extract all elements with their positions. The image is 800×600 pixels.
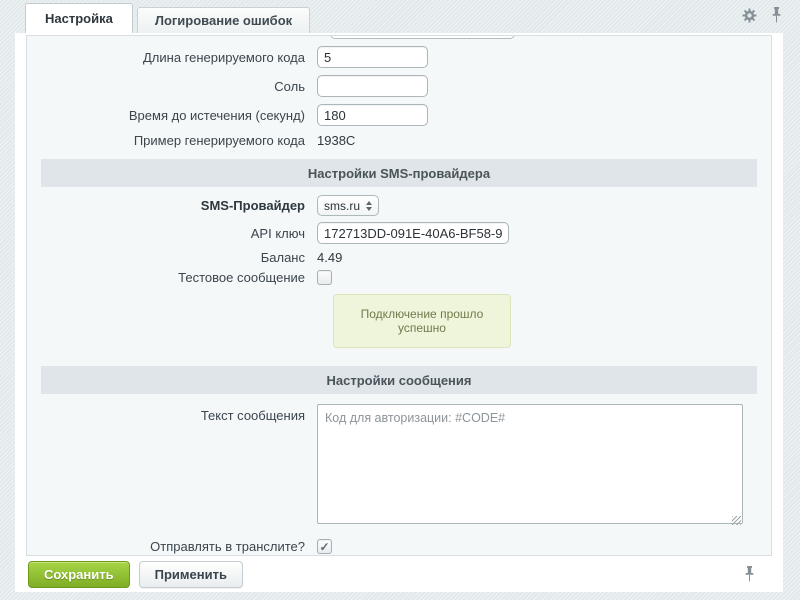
tab-error-logging[interactable]: Логирование ошибок	[137, 7, 310, 33]
field-row-expire-time: Время до истечения (секунд)	[27, 104, 771, 126]
message-section-header: Настройки сообщения	[41, 366, 757, 394]
checkmark-icon: ✓	[319, 541, 329, 553]
field-row-api-key: API ключ	[27, 222, 771, 244]
field-row-salt: Соль	[27, 75, 771, 97]
sms-provider-section-header: Настройки SMS-провайдера	[41, 159, 757, 187]
field-row-translit: Отправлять в транслите? ✓	[27, 539, 771, 554]
balance-value: 4.49	[317, 250, 342, 265]
code-example-label: Пример генерируемого кода	[27, 133, 317, 148]
action-bar: Сохранить Применить	[15, 556, 783, 592]
code-example-value: 1938C	[317, 133, 355, 148]
message-text-input[interactable]: Код для авторизации: #CODE#	[317, 404, 743, 524]
pin-icon[interactable]	[771, 7, 782, 23]
sms-provider-selected-value: sms.ru	[324, 199, 360, 213]
field-row-code-example: Пример генерируемого кода 1938C	[27, 133, 771, 148]
test-message-checkbox[interactable]	[317, 270, 332, 285]
expire-time-input[interactable]	[317, 104, 428, 126]
translit-checkbox[interactable]: ✓	[317, 539, 332, 554]
gear-icon[interactable]	[742, 8, 757, 23]
apply-button[interactable]: Применить	[139, 561, 243, 588]
tab-bar: Настройка Логирование ошибок	[15, 0, 310, 33]
tab-settings[interactable]: Настройка	[25, 3, 133, 33]
sms-provider-section-title: Настройки SMS-провайдера	[308, 166, 490, 181]
code-length-label: Длина генерируемого кода	[27, 50, 317, 65]
message-text-label: Текст сообщения	[27, 404, 317, 423]
sms-provider-select[interactable]: sms.ru	[317, 195, 379, 216]
tab-settings-label: Настройка	[45, 11, 113, 26]
settings-form: Длина генерируемого кода Соль Время до и…	[26, 35, 772, 556]
message-text-wrap: Код для авторизации: #CODE#	[317, 404, 743, 529]
cutoff-field[interactable]	[330, 35, 515, 39]
field-row-code-length: Длина генерируемого кода	[27, 46, 771, 68]
field-row-message-text: Текст сообщения Код для авторизации: #CO…	[27, 404, 771, 529]
field-row-sms-provider: SMS-Провайдер sms.ru	[27, 195, 771, 216]
select-arrows-icon	[366, 201, 372, 211]
footer-pin-icon[interactable]	[744, 566, 755, 582]
test-message-label: Тестовое сообщение	[27, 270, 317, 285]
api-key-label: API ключ	[27, 226, 317, 241]
expire-time-label: Время до истечения (секунд)	[27, 108, 317, 123]
connection-status-text: Подключение прошло успешно	[361, 307, 484, 335]
header-icons	[742, 7, 782, 23]
code-length-input[interactable]	[317, 46, 428, 68]
message-section-title: Настройки сообщения	[327, 373, 472, 388]
connection-status-note: Подключение прошло успешно	[333, 294, 511, 348]
translit-label: Отправлять в транслите?	[27, 539, 317, 554]
settings-panel: Длина генерируемого кода Соль Время до и…	[15, 33, 783, 592]
tab-error-logging-label: Логирование ошибок	[155, 13, 292, 28]
sms-provider-label: SMS-Провайдер	[27, 198, 317, 213]
field-row-balance: Баланс 4.49	[27, 250, 771, 265]
api-key-input[interactable]	[317, 222, 509, 244]
salt-input[interactable]	[317, 75, 428, 97]
salt-label: Соль	[27, 79, 317, 94]
balance-label: Баланс	[27, 250, 317, 265]
save-button[interactable]: Сохранить	[28, 561, 130, 588]
field-row-test-message: Тестовое сообщение	[27, 270, 771, 285]
